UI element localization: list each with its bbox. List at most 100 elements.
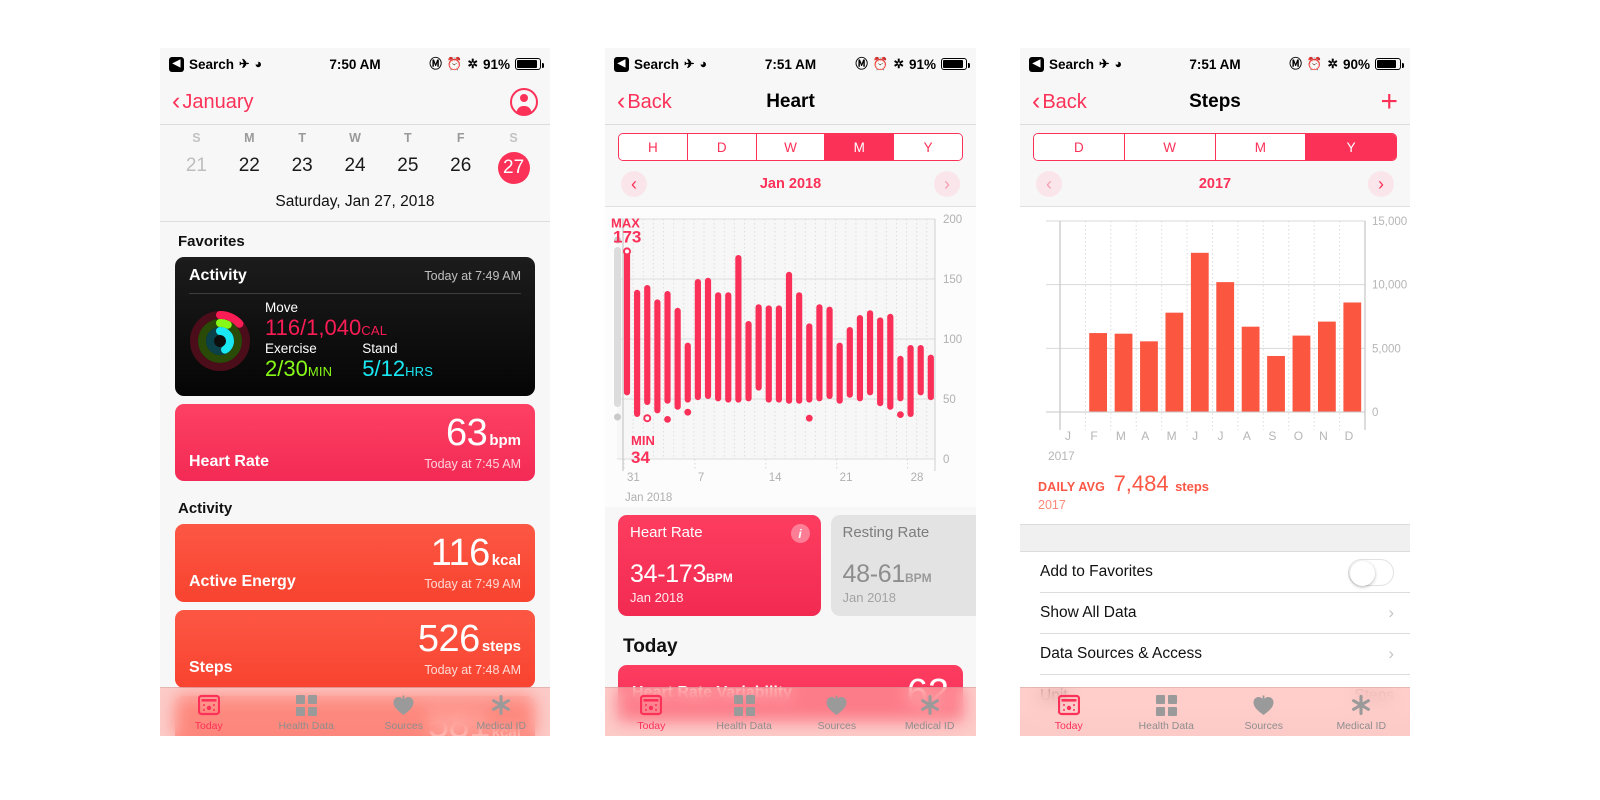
airplane-icon: ✈ [1099, 56, 1110, 71]
calendar-day-26[interactable]: 26 [434, 152, 487, 184]
calendar-day-label: 24 [344, 155, 366, 176]
calendar-day-label: 23 [291, 155, 313, 176]
calendar-day-27-selected[interactable]: 27 [487, 152, 540, 184]
activity-sub-stats: Exercise 2/30MIN Stand 5/12HRS [265, 341, 433, 381]
calendar-strip: S M T W T F S 21 22 23 24 25 26 27 Satur… [160, 125, 550, 221]
tab-health-data[interactable]: Health Data [1118, 693, 1216, 732]
row-data-sources-access[interactable]: Data Sources & Access › [1040, 634, 1410, 675]
battery-icon [1375, 58, 1404, 70]
heart-rate-favorite-card[interactable]: Heart Rate 63 bpm Today at 7:45 AM [175, 403, 535, 481]
calendar-day-25[interactable]: 25 [381, 152, 434, 184]
heart-rate-summary-card[interactable]: Heart Rate i 34-173BPM Jan 2018 [618, 515, 821, 616]
previous-period-button[interactable]: ‹ [621, 171, 647, 197]
tab-today[interactable]: Today [605, 693, 698, 732]
svg-text:F: F [1090, 429, 1097, 443]
wifi-icon: ◕ [254, 56, 263, 71]
activity-card-body: Move 116/1,040CAL Exercise 2/30MIN Stand… [189, 300, 521, 386]
profile-icon[interactable] [510, 88, 538, 116]
row-show-all-data-label: Show All Data [1040, 604, 1137, 621]
segment-week[interactable]: W [756, 134, 826, 160]
segment-month[interactable]: M [1215, 134, 1307, 160]
tab-medical-id[interactable]: Medical ID [883, 693, 976, 732]
back-arrow-icon[interactable]: ◀ [1029, 56, 1044, 72]
nav-right [510, 88, 538, 116]
svg-text:O: O [1294, 429, 1303, 443]
segment-year[interactable]: Y [1306, 134, 1396, 160]
tab-today[interactable]: Today [160, 693, 258, 732]
resting-rate-summary-unit: BPM [904, 571, 932, 585]
tab-medical-id[interactable]: Medical ID [453, 693, 551, 732]
heart-rate-range-chart[interactable]: 0 50 100 150 200 MAX 173 MIN 34 31 7 14 21 28 Jan 2018 [605, 207, 976, 507]
tab-sources[interactable]: Sources [791, 693, 884, 732]
row-trailing: › [1388, 603, 1394, 623]
info-icon[interactable]: i [790, 524, 810, 543]
add-data-button[interactable]: + [1380, 87, 1398, 117]
svg-text:15,000: 15,000 [1372, 216, 1407, 228]
svg-text:A: A [1243, 429, 1251, 443]
exercise-block: Exercise 2/30MIN [265, 341, 332, 381]
segment-day[interactable]: D [1034, 134, 1125, 160]
resting-rate-summary-title: Resting Rate [842, 524, 930, 541]
tab-health-data[interactable]: Health Data [258, 693, 356, 732]
previous-period-button[interactable]: ‹ [1036, 171, 1062, 197]
svg-text:7: 7 [698, 472, 704, 484]
resting-rate-summary-sub: Jan 2018 [842, 590, 897, 605]
nav-back-button[interactable]: ‹ Back [1032, 88, 1087, 114]
chevron-left-icon: ‹ [617, 86, 626, 115]
steps-card[interactable]: Steps 526 steps Today at 7:48 AM [175, 609, 535, 688]
tab-sources[interactable]: Sources [1215, 693, 1313, 732]
favorites-toggle[interactable] [1348, 558, 1394, 586]
svg-text:150: 150 [943, 274, 962, 286]
calendar-day-22[interactable]: 22 [223, 152, 276, 184]
heart-download-icon [355, 693, 453, 717]
row-add-to-favorites-label: Add to Favorites [1040, 563, 1153, 580]
row-add-to-favorites[interactable]: Add to Favorites [1040, 552, 1410, 593]
svg-text:31: 31 [627, 472, 640, 484]
segment-day[interactable]: D [687, 134, 757, 160]
segment-month[interactable]: M [825, 134, 895, 160]
tab-sources-label: Sources [817, 720, 857, 732]
next-period-button[interactable]: › [934, 171, 960, 197]
tab-medical-id[interactable]: Medical ID [1313, 693, 1411, 732]
segment-hour[interactable]: H [619, 134, 688, 160]
activity-card[interactable]: Activity Today at 7:49 AM Move 116/1,040… [175, 257, 535, 396]
nav-bar: ‹ Back Steps + [1020, 80, 1410, 125]
tab-health-data[interactable]: Health Data [698, 693, 791, 732]
tab-sources-label: Sources [1244, 720, 1284, 732]
calendar-day-23[interactable]: 23 [276, 152, 329, 184]
calendar-day-21[interactable]: 21 [170, 152, 223, 184]
activity-rings-icon [189, 310, 251, 372]
segmented-control: D W M Y [1033, 133, 1397, 161]
move-value-row: 116/1,040CAL [265, 315, 433, 340]
calendar-day-label: 25 [397, 155, 419, 176]
nav-back-button[interactable]: ‹ January [172, 88, 253, 114]
calendar-dow-label: S [192, 131, 201, 145]
active-energy-card[interactable]: Active Energy 116 kcal Today at 7:49 AM [175, 523, 535, 602]
tab-sources[interactable]: Sources [355, 693, 453, 732]
status-left: ◀ Search ✈ ◕ [614, 56, 707, 72]
move-label: Move [265, 300, 299, 315]
daily-avg-label: DAILY AVG [1038, 480, 1106, 494]
steps-bar-chart[interactable]: 0 5,000 10,000 15,000 J F M A M J J A S O N D 2017 [1020, 207, 1410, 469]
svg-text:173: 173 [613, 227, 641, 246]
back-arrow-icon[interactable]: ◀ [614, 56, 629, 72]
active-energy-title: Active Energy [189, 572, 296, 590]
back-arrow-icon[interactable]: ◀ [169, 56, 184, 72]
next-period-button[interactable]: › [1367, 171, 1394, 197]
steps-value-wrap: 526 steps Today at 7:48 AM [418, 620, 521, 677]
tab-today[interactable]: Today [1020, 693, 1118, 732]
svg-text:J: J [1192, 429, 1198, 443]
active-energy-unit: kcal [491, 551, 521, 569]
calendar-day-24[interactable]: 24 [329, 152, 382, 184]
resting-rate-summary-card[interactable]: Resting Rate 48-61BPM Jan 2018 [830, 515, 976, 616]
airplane-icon: ✈ [684, 56, 695, 71]
nav-back-button[interactable]: ‹ Back [617, 86, 672, 115]
heart-rate-summary-value: 34-173 [630, 560, 707, 588]
favorites-section-header: Favorites [178, 233, 245, 250]
segment-year[interactable]: Y [894, 134, 962, 160]
row-show-all-data[interactable]: Show All Data › [1040, 593, 1410, 634]
steps-unit: steps [481, 637, 521, 655]
segment-week[interactable]: W [1124, 134, 1216, 160]
grid-icon [258, 693, 356, 717]
stand-value: 5/12 [362, 356, 406, 382]
